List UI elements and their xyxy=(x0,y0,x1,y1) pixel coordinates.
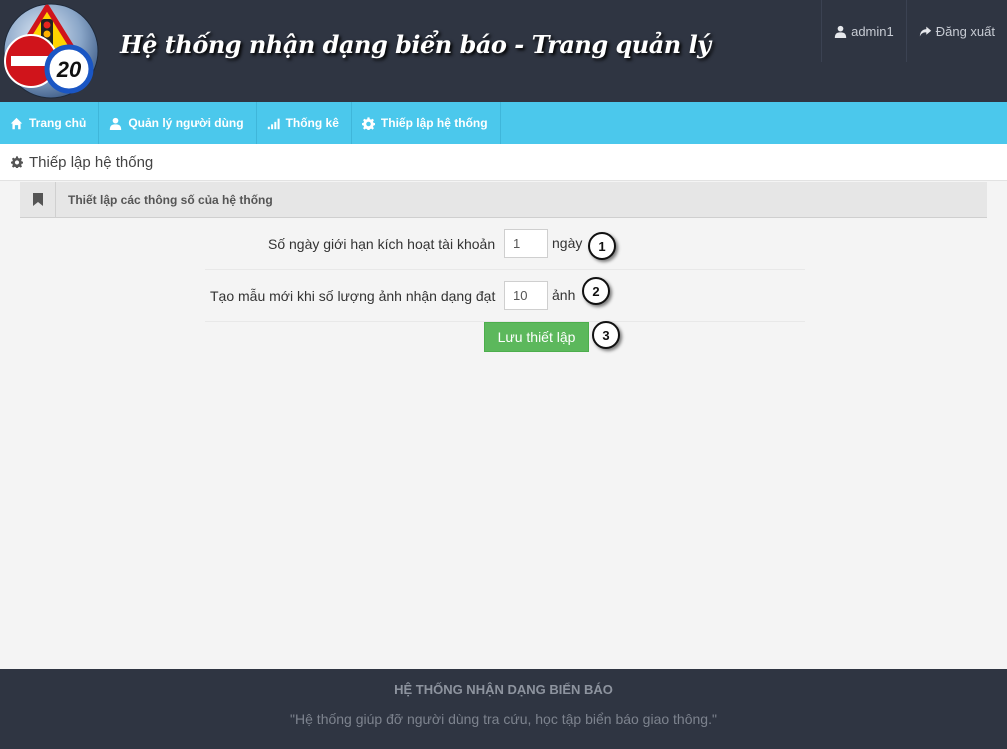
top-user-menu: admin1 Đăng xuất xyxy=(821,0,1007,62)
site-title: Hệ thống nhận dạng biển báo - Trang quản… xyxy=(120,30,711,59)
nav-label-statistics: Thống kê xyxy=(285,116,339,130)
signal-icon xyxy=(267,118,280,129)
save-settings-button[interactable]: Lưu thiết lập xyxy=(484,322,589,352)
nav-label-user-management: Quản lý người dùng xyxy=(128,116,244,130)
step-marker-2: 2 xyxy=(582,277,610,305)
nav-item-user-management[interactable]: Quản lý người dùng xyxy=(99,102,257,144)
nav-item-system-settings[interactable]: Thiếp lập hệ thống xyxy=(352,102,501,144)
panel-title: Thiết lập các thông số của hệ thống xyxy=(68,192,273,207)
form-row-sample-threshold: Tạo mẫu mới khi số lượng ảnh nhận dạng đ… xyxy=(205,270,805,322)
footer-title: HỆ THỐNG NHẬN DẠNG BIỂN BÁO xyxy=(394,682,613,697)
share-arrow-icon xyxy=(919,26,931,37)
breadcrumb: Thiếp lập hệ thống xyxy=(0,144,1007,181)
main-nav: Trang chủ Quản lý người dùng Thống kê Th… xyxy=(0,102,1007,144)
footer-tagline: "Hệ thống giúp đỡ người dùng tra cứu, họ… xyxy=(290,711,717,727)
gear-icon xyxy=(11,156,23,168)
sample-threshold-label: Tạo mẫu mới khi số lượng ảnh nhận dạng đ… xyxy=(210,288,496,304)
bookmark-icon xyxy=(32,193,43,206)
user-icon xyxy=(110,117,122,130)
form-row-activation-days: Số ngày giới hạn kích hoạt tài khoản ngà… xyxy=(205,218,805,270)
nav-item-statistics[interactable]: Thống kê xyxy=(257,102,352,144)
home-icon xyxy=(10,117,23,129)
logout-label: Đăng xuất xyxy=(935,24,995,39)
gear-icon xyxy=(361,116,375,130)
sample-threshold-unit: ảnh xyxy=(552,287,576,303)
panel-icon-box xyxy=(20,181,56,218)
site-footer: HỆ THỐNG NHẬN DẠNG BIỂN BÁO "Hệ thống gi… xyxy=(0,669,1007,749)
sample-threshold-input[interactable] xyxy=(504,281,548,310)
traffic-sign-logo[interactable]: 20 xyxy=(3,3,99,99)
site-header: 20 Hệ thống nhận dạng biển báo - Trang q… xyxy=(0,0,1007,102)
user-icon xyxy=(834,25,847,38)
activation-days-unit: ngày xyxy=(552,235,583,251)
settings-panel-header: Thiết lập các thông số của hệ thống xyxy=(20,181,987,218)
nav-label-home: Trang chủ xyxy=(29,116,87,130)
page-title: Thiếp lập hệ thống xyxy=(29,153,154,171)
user-account-link[interactable]: admin1 xyxy=(821,0,906,62)
username-label: admin1 xyxy=(851,24,894,39)
logo-sign-number: 20 xyxy=(56,57,82,82)
logout-link[interactable]: Đăng xuất xyxy=(905,0,1007,62)
activation-days-label: Số ngày giới hạn kích hoạt tài khoản xyxy=(268,236,496,252)
nav-item-home[interactable]: Trang chủ xyxy=(0,102,100,144)
nav-label-system-settings: Thiếp lập hệ thống xyxy=(380,116,488,130)
activation-days-input[interactable] xyxy=(504,229,548,258)
step-marker-3: 3 xyxy=(592,321,620,349)
step-marker-1: 1 xyxy=(588,232,616,260)
